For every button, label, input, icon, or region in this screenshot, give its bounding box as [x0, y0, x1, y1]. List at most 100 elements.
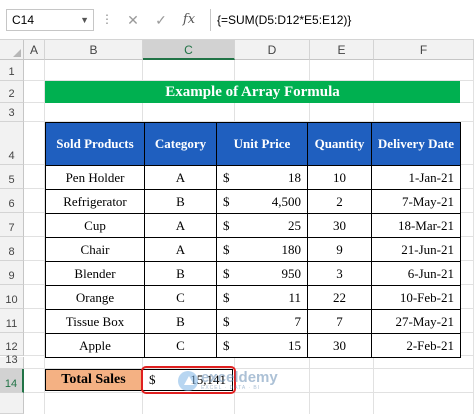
cell-unit-price[interactable]: $950: [216, 261, 308, 286]
cell-product[interactable]: Tissue Box: [45, 309, 145, 334]
cell-delivery-date[interactable]: 21-Jun-21: [371, 237, 461, 262]
cell-quantity[interactable]: 10: [307, 165, 372, 190]
table-row: Chair A $180 9 21-Jun-21: [45, 237, 461, 262]
currency-symbol: $: [223, 265, 230, 281]
cell-quantity[interactable]: 2: [307, 189, 372, 214]
row-header-7[interactable]: 7: [0, 213, 24, 237]
row-header-14[interactable]: 14: [0, 369, 24, 393]
cell-unit-price[interactable]: $18: [216, 165, 308, 190]
cell-delivery-date[interactable]: 2-Feb-21: [371, 333, 461, 358]
cell-unit-price[interactable]: $11: [216, 285, 308, 310]
cell-category[interactable]: B: [144, 309, 217, 334]
table-row: Tissue Box B $7 7 27-May-21: [45, 309, 461, 334]
chevron-down-icon[interactable]: ▼: [80, 10, 89, 30]
price-value: 11: [288, 289, 301, 305]
enter-icon[interactable]: ✓: [152, 10, 170, 30]
row-header-overflow[interactable]: [0, 393, 24, 414]
price-value: 7: [294, 313, 302, 329]
column-header-d[interactable]: D: [235, 40, 310, 60]
cell-delivery-date[interactable]: 1-Jan-21: [371, 165, 461, 190]
row-header-2[interactable]: 2: [0, 81, 24, 103]
cell-category[interactable]: A: [144, 165, 217, 190]
price-value: 4,500: [271, 193, 301, 209]
cell-unit-price[interactable]: $15: [216, 333, 308, 358]
header-quantity[interactable]: Quantity: [307, 122, 372, 166]
row-header-4[interactable]: 4: [0, 122, 24, 165]
column-header-c[interactable]: C: [143, 40, 235, 60]
cell-category[interactable]: C: [144, 285, 217, 310]
drag-handle-icon[interactable]: ⋮: [101, 12, 113, 26]
price-value: 15: [288, 337, 301, 353]
select-all-icon: [13, 49, 21, 57]
watermark-name: exceldemy: [201, 369, 278, 386]
row-header-1[interactable]: 1: [0, 60, 24, 81]
cell-category[interactable]: B: [144, 189, 217, 214]
row-header-3[interactable]: 3: [0, 103, 24, 122]
cell-quantity[interactable]: 7: [307, 309, 372, 334]
table-row: Pen Holder A $18 10 1-Jan-21: [45, 165, 461, 190]
cell-quantity[interactable]: 3: [307, 261, 372, 286]
header-sold-products[interactable]: Sold Products: [45, 122, 145, 166]
cell-delivery-date[interactable]: 27-May-21: [371, 309, 461, 334]
name-box-value: C14: [12, 13, 35, 27]
column-header-a[interactable]: A: [24, 40, 45, 60]
currency-symbol: $: [223, 193, 230, 209]
cell-unit-price[interactable]: $180: [216, 237, 308, 262]
price-value: 950: [281, 265, 302, 281]
cell-category[interactable]: A: [144, 237, 217, 262]
column-header-f[interactable]: F: [374, 40, 474, 60]
sales-table: Sold Products Category Unit Price Quanti…: [45, 122, 461, 358]
total-sales-label[interactable]: Total Sales: [45, 369, 142, 391]
table-row: Apple C $15 30 2-Feb-21: [45, 333, 461, 358]
cell-product[interactable]: Refrigerator: [45, 189, 145, 214]
header-delivery-date[interactable]: Delivery Date: [371, 122, 461, 166]
table-row: Orange C $11 22 10-Feb-21: [45, 285, 461, 310]
cell-category[interactable]: B: [144, 261, 217, 286]
cancel-icon[interactable]: ✕: [124, 10, 142, 30]
cell-delivery-date[interactable]: 7-May-21: [371, 189, 461, 214]
exceldemy-logo-icon: [178, 370, 198, 391]
currency-symbol: $: [223, 217, 230, 233]
cell-product[interactable]: Cup: [45, 213, 145, 238]
cell-delivery-date[interactable]: 6-Jun-21: [371, 261, 461, 286]
row-header-12[interactable]: 12: [0, 333, 24, 356]
cell-unit-price[interactable]: $25: [216, 213, 308, 238]
cell-unit-price[interactable]: $7: [216, 309, 308, 334]
cell-product[interactable]: Chair: [45, 237, 145, 262]
cell-quantity[interactable]: 30: [307, 213, 372, 238]
watermark: exceldemy EXCEL · DATA · BI: [178, 370, 278, 391]
gridline-horizontal: [24, 392, 474, 393]
cell-delivery-date[interactable]: 10-Feb-21: [371, 285, 461, 310]
header-unit-price[interactable]: Unit Price: [216, 122, 308, 166]
currency-symbol: $: [223, 313, 230, 329]
row-header-10[interactable]: 10: [0, 285, 24, 309]
row-header-9[interactable]: 9: [0, 261, 24, 285]
cell-quantity[interactable]: 30: [307, 333, 372, 358]
row-header-5[interactable]: 5: [0, 165, 24, 189]
row-header-6[interactable]: 6: [0, 189, 24, 213]
cell-delivery-date[interactable]: 18-Mar-21: [371, 213, 461, 238]
cell-quantity[interactable]: 9: [307, 237, 372, 262]
cell-category[interactable]: C: [144, 333, 217, 358]
row-header-13[interactable]: 13: [0, 354, 24, 369]
table-row: Refrigerator B $4,500 2 7-May-21: [45, 189, 461, 214]
table-title: Example of Array Formula: [45, 81, 460, 103]
insert-function-icon[interactable]: fx: [180, 10, 198, 30]
header-category[interactable]: Category: [144, 122, 217, 166]
cell-category[interactable]: A: [144, 213, 217, 238]
cell-product[interactable]: Apple: [45, 333, 145, 358]
formula-input[interactable]: {=SUM(D5:D12*E5:E12)}: [210, 9, 470, 31]
cell-unit-price[interactable]: $4,500: [216, 189, 308, 214]
row-header-11[interactable]: 11: [0, 309, 24, 333]
table-row: Blender B $950 3 6-Jun-21: [45, 261, 461, 286]
cell-quantity[interactable]: 22: [307, 285, 372, 310]
table-header-row: Sold Products Category Unit Price Quanti…: [45, 122, 461, 166]
cell-product[interactable]: Pen Holder: [45, 165, 145, 190]
column-header-e[interactable]: E: [310, 40, 374, 60]
row-header-8[interactable]: 8: [0, 237, 24, 261]
column-header-b[interactable]: B: [45, 40, 143, 60]
cell-product[interactable]: Orange: [45, 285, 145, 310]
cell-product[interactable]: Blender: [45, 261, 145, 286]
select-all-corner[interactable]: [0, 40, 24, 60]
name-box[interactable]: C14 ▼: [6, 9, 94, 31]
